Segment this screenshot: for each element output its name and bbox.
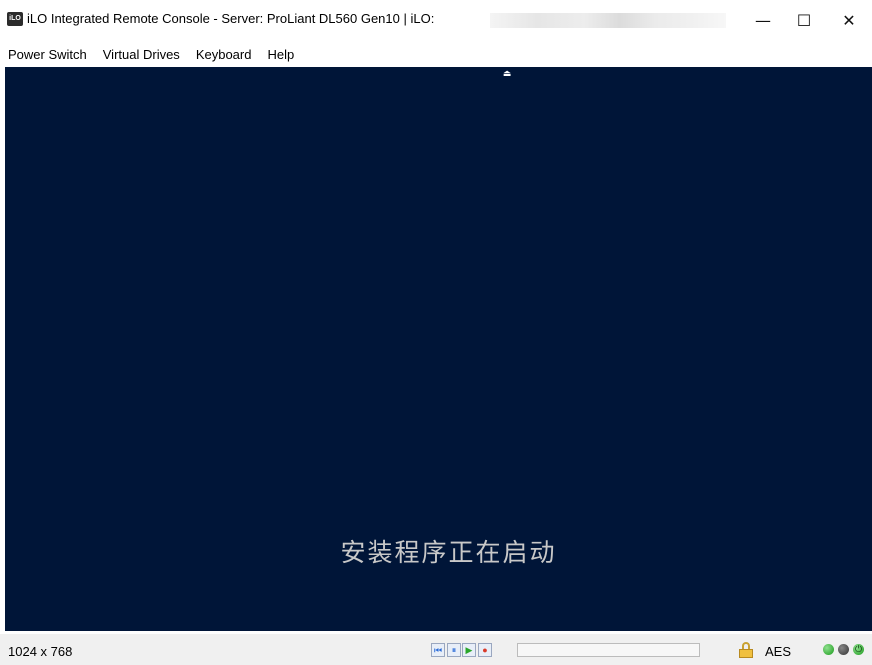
remote-console-screen[interactable]: ⏏ 安装程序正在启动 [5,67,872,631]
rewind-button[interactable]: ⏮ [431,643,445,657]
menu-power-switch[interactable]: Power Switch [0,47,95,62]
redacted-address [490,13,726,28]
close-button[interactable]: ✕ [826,0,872,40]
status-led-green-icon [823,644,834,655]
playback-progress-bar[interactable] [517,643,700,657]
menu-keyboard[interactable]: Keyboard [188,47,260,62]
menu-help[interactable]: Help [259,47,302,62]
pause-button[interactable]: ⏸ [447,643,461,657]
menu-bar: Power Switch Virtual Drives Keyboard Hel… [0,43,872,65]
maximize-button[interactable]: ☐ [781,0,827,40]
minimize-button[interactable]: — [740,0,786,40]
title-bar: iLO iLO Integrated Remote Console - Serv… [0,0,872,43]
menu-virtual-drives[interactable]: Virtual Drives [95,47,188,62]
status-bar: 1024 x 768 ⏮ ⏸ ▶ ● AES ⏻ [0,634,872,665]
play-button[interactable]: ▶ [462,643,476,657]
power-status-icon: ⏻ [853,644,864,655]
record-button[interactable]: ● [478,643,492,657]
ilo-app-icon: iLO [7,12,23,26]
status-led-gray-icon [838,644,849,655]
eject-icon[interactable]: ⏏ [502,69,512,79]
resolution-readout: 1024 x 768 [8,644,73,659]
setup-starting-message: 安装程序正在启动 [340,538,557,567]
window-title: iLO Integrated Remote Console - Server: … [27,11,435,26]
encryption-label: AES [765,644,792,659]
lock-icon [739,642,753,658]
